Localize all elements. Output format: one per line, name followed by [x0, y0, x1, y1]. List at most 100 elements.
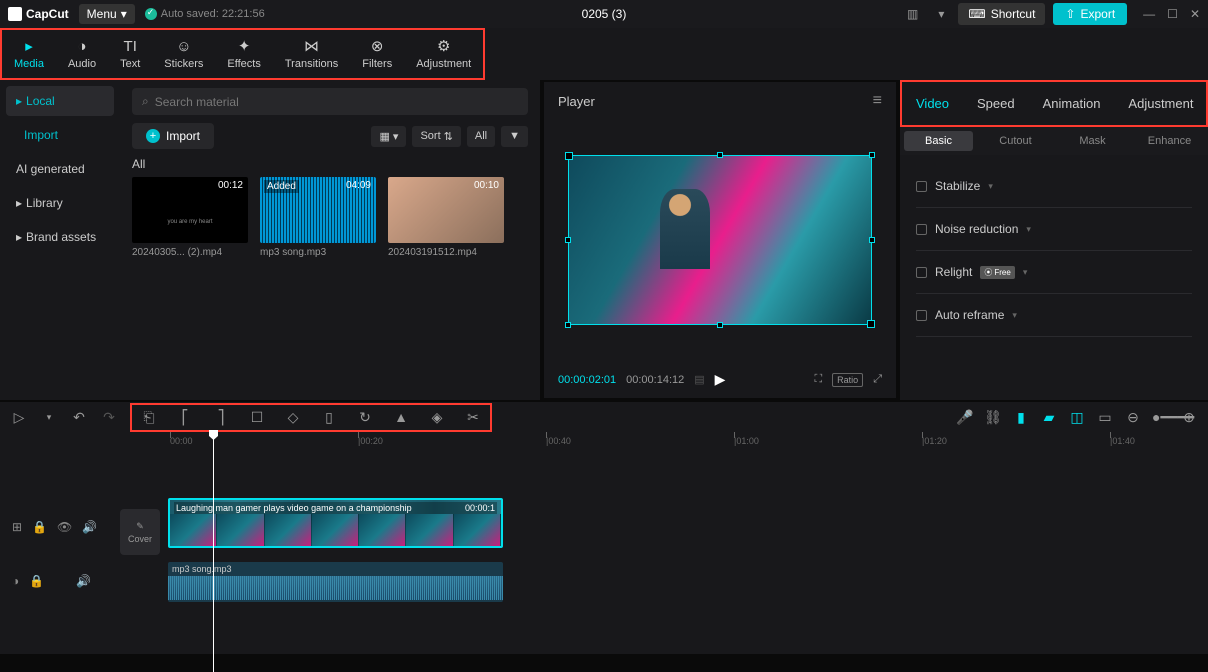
- add-track-icon[interactable]: ⊞: [12, 520, 22, 534]
- tab-effects[interactable]: ✦Effects: [215, 30, 272, 78]
- trim-right-tool[interactable]: ⎤: [212, 409, 230, 426]
- magnet-button[interactable]: ▮: [1012, 409, 1030, 426]
- snap-button[interactable]: ▰: [1040, 409, 1058, 426]
- zoom-in-button[interactable]: ⊕: [1180, 409, 1198, 426]
- checkbox[interactable]: [916, 310, 927, 321]
- tab-label: Adjustment: [416, 58, 471, 70]
- media-item[interactable]: Added04:09 mp3 song.mp3: [260, 177, 376, 258]
- audio-clip[interactable]: mp3 song.mp3: [168, 562, 503, 602]
- maximize-button[interactable]: ☐: [1167, 7, 1178, 21]
- link-button[interactable]: ⛓: [984, 409, 1002, 426]
- tab-stickers[interactable]: ☺Stickers: [152, 30, 215, 78]
- mute-icon[interactable]: 🔊: [82, 520, 97, 534]
- redo-button[interactable]: ↷: [100, 409, 118, 426]
- undo-button[interactable]: ↶: [70, 409, 88, 426]
- ruler-mark: |01:40: [1110, 432, 1208, 454]
- media-item[interactable]: 00:10 20240319151​2.mp4: [388, 177, 504, 258]
- sidebar-label: Brand assets: [26, 230, 96, 244]
- fullscreen-scan-icon[interactable]: ⛶: [814, 373, 822, 386]
- prop-tab-speed[interactable]: Speed: [963, 82, 1029, 125]
- search-input[interactable]: ⌕ Search material: [132, 88, 528, 115]
- mirror-tool[interactable]: ▲: [392, 409, 410, 426]
- audio-clip-name: mp3 song.mp3: [168, 562, 503, 576]
- import-button[interactable]: + Import: [132, 123, 214, 149]
- sidebar-item-import[interactable]: Import: [6, 120, 114, 150]
- checkbox[interactable]: [916, 267, 927, 278]
- list-icon[interactable]: ▤: [694, 373, 704, 386]
- play-button[interactable]: ▶: [715, 371, 726, 388]
- crop-frame-tool[interactable]: ▯: [320, 409, 338, 426]
- sidebar-item-ai[interactable]: AI generated: [6, 154, 114, 184]
- mute-icon[interactable]: 🔊: [76, 574, 91, 588]
- tab-text[interactable]: TIText: [108, 30, 152, 78]
- lock-icon[interactable]: 🔒: [32, 520, 47, 534]
- sidebar-label: Library: [26, 196, 63, 210]
- timeline-ruler[interactable]: 00:00 |00:20 |00:40 |01:00 |01:20 |01:40: [0, 432, 1208, 454]
- playhead[interactable]: [213, 432, 214, 672]
- prop-tab-adjustment[interactable]: Adjustment: [1114, 82, 1207, 125]
- zoom-fit-button[interactable]: ⊖: [1124, 409, 1142, 426]
- delete-tool[interactable]: ☐: [248, 409, 266, 426]
- prop-relight[interactable]: Relight⦿ Free▾: [916, 251, 1192, 294]
- prop-tab-animation[interactable]: Animation: [1029, 82, 1115, 125]
- minimize-button[interactable]: —: [1143, 7, 1155, 21]
- prop-tab-video[interactable]: Video: [902, 82, 963, 125]
- media-item[interactable]: 00:12you are my heart 20240305... (2).mp…: [132, 177, 248, 258]
- view-grid-button[interactable]: ▦ ▾: [371, 126, 406, 147]
- prop-stabilize[interactable]: Stabilize▾: [916, 165, 1192, 208]
- rotate-tool[interactable]: ↻: [356, 409, 374, 426]
- audio-waveform: [168, 576, 503, 600]
- menu-button[interactable]: Menu ▾: [79, 4, 135, 24]
- player-viewport[interactable]: [558, 120, 882, 359]
- tab-filters[interactable]: ⊗Filters: [350, 30, 404, 78]
- fullscreen-icon[interactable]: ⤢: [873, 373, 882, 386]
- player-menu-icon[interactable]: ≡: [873, 92, 882, 110]
- sidebar-item-local[interactable]: ▸Local: [6, 86, 114, 116]
- shortcut-button[interactable]: ⌨ Shortcut: [958, 3, 1045, 25]
- tab-audio[interactable]: ◑Audio: [56, 30, 108, 78]
- flip-tool[interactable]: ◈: [428, 409, 446, 426]
- checkbox[interactable]: [916, 181, 927, 192]
- crop-tool[interactable]: ✂: [464, 409, 482, 426]
- cursor-caret[interactable]: ▾: [40, 412, 58, 423]
- thumb-name: mp3 song.mp3: [260, 247, 376, 258]
- timeline[interactable]: ⊞ 🔒 👁 🔊 ◑ 🔒 🔊 ✎ Cover Laughing man gamer…: [0, 454, 1208, 654]
- ratio-button[interactable]: Ratio: [832, 373, 863, 387]
- subtab-cutout[interactable]: Cutout: [977, 127, 1054, 155]
- checkbox[interactable]: [916, 224, 927, 235]
- trim-left-tool[interactable]: ⎡: [176, 409, 194, 426]
- align-button[interactable]: ◫: [1068, 409, 1086, 426]
- split-tool[interactable]: ⎗: [140, 409, 158, 426]
- close-button[interactable]: ✕: [1190, 7, 1200, 21]
- tab-media[interactable]: ▸Media: [2, 30, 56, 78]
- mask-tool[interactable]: ◇: [284, 409, 302, 426]
- tab-label: Stickers: [164, 58, 203, 70]
- tab-adjustment[interactable]: ⚙Adjustment: [404, 30, 483, 78]
- video-frame[interactable]: [568, 155, 872, 325]
- filter-all-button[interactable]: All: [467, 126, 495, 147]
- subtab-basic[interactable]: Basic: [904, 131, 973, 151]
- sidebar-item-brand[interactable]: ▸Brand assets: [6, 222, 114, 252]
- layout-caret[interactable]: ▾: [932, 5, 950, 23]
- prop-noise[interactable]: Noise reduction▾: [916, 208, 1192, 251]
- tab-transitions[interactable]: ⋈Transitions: [273, 30, 350, 78]
- cover-button[interactable]: ✎ Cover: [120, 509, 160, 555]
- layout-icon[interactable]: ▥: [901, 5, 924, 23]
- thumb-duration: 04:09: [346, 180, 371, 191]
- filter-icon-button[interactable]: ▼: [501, 126, 528, 147]
- video-clip[interactable]: Laughing man gamer plays video game on a…: [168, 498, 503, 548]
- sort-button[interactable]: Sort ⇅: [412, 126, 460, 147]
- mic-button[interactable]: 🎤: [956, 409, 974, 426]
- audio-track-icon[interactable]: ◑: [12, 574, 19, 588]
- preview-button[interactable]: ▭: [1096, 409, 1114, 426]
- subtab-enhance[interactable]: Enhance: [1131, 127, 1208, 155]
- cursor-tool[interactable]: ▷: [10, 409, 28, 426]
- export-button[interactable]: ⇧ Export: [1053, 3, 1127, 25]
- tab-label: Media: [14, 58, 44, 70]
- lock-icon[interactable]: 🔒: [29, 574, 44, 588]
- zoom-slider[interactable]: ●━━━━: [1152, 409, 1170, 426]
- sidebar-item-library[interactable]: ▸Library: [6, 188, 114, 218]
- prop-autoreframe[interactable]: Auto reframe▾: [916, 294, 1192, 337]
- eye-icon[interactable]: 👁: [57, 520, 72, 534]
- subtab-mask[interactable]: Mask: [1054, 127, 1131, 155]
